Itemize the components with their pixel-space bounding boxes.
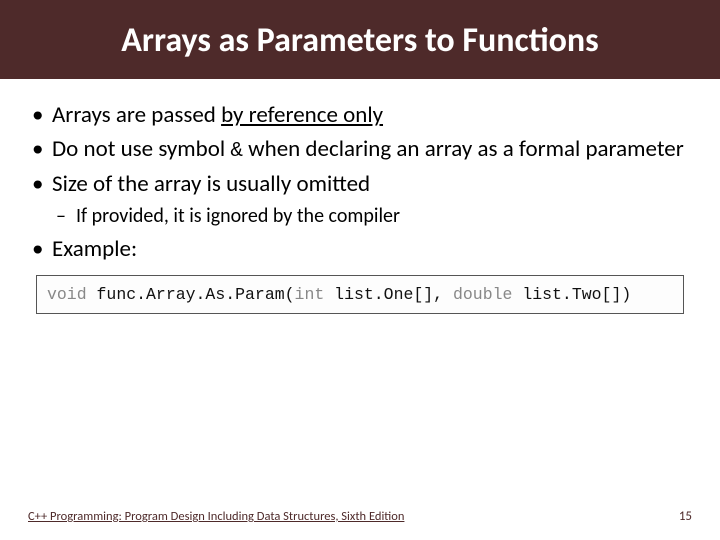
bullet-1-text-pre: Arrays are passed (52, 101, 221, 129)
page-number: 15 (679, 509, 692, 524)
bullet-1: Arrays are passed by reference only (28, 101, 692, 130)
content-area: Arrays are passed by reference only Do n… (0, 79, 720, 540)
sub-bullet-1: If provided, it is ignored by the compil… (52, 203, 692, 229)
bullet-2: Do not use symbol & when declaring an ar… (28, 135, 692, 166)
keyword-void: void (47, 285, 87, 304)
bullet-3-text: Size of the array is usually omitted (52, 170, 370, 198)
bullet-2-text-post: when declaring an array as a formal para… (243, 135, 684, 163)
bullet-list: Arrays are passed by reference only Do n… (28, 101, 692, 264)
slide-title: Arrays as Parameters to Functions (20, 22, 700, 59)
bullet-3: Size of the array is usually omitted If … (28, 170, 692, 229)
keyword-int: int (295, 285, 325, 304)
code-param-1: list.One[], (324, 285, 453, 304)
code-param-2: list.Two[]) (512, 285, 631, 304)
bullet-1-underlined: by reference only (221, 101, 383, 129)
footer-text: C++ Programming: Program Design Includin… (28, 509, 404, 524)
footer: C++ Programming: Program Design Includin… (0, 509, 720, 524)
sub-bullet-1-text: If provided, it is ignored by the compil… (76, 204, 400, 228)
bullet-2-text-pre: Do not use symbol (52, 135, 230, 163)
title-bar: Arrays as Parameters to Functions (0, 0, 720, 79)
keyword-double: double (453, 285, 512, 304)
code-fn-name: func.Array.As.Param( (87, 285, 295, 304)
bullet-4: Example: (28, 235, 692, 264)
code-example: void func.Array.As.Param(int list.One[],… (36, 275, 684, 314)
ampersand-symbol: & (230, 140, 243, 163)
slide: Arrays as Parameters to Functions Arrays… (0, 0, 720, 540)
bullet-4-text: Example: (52, 235, 137, 263)
sub-bullet-list: If provided, it is ignored by the compil… (52, 203, 692, 229)
